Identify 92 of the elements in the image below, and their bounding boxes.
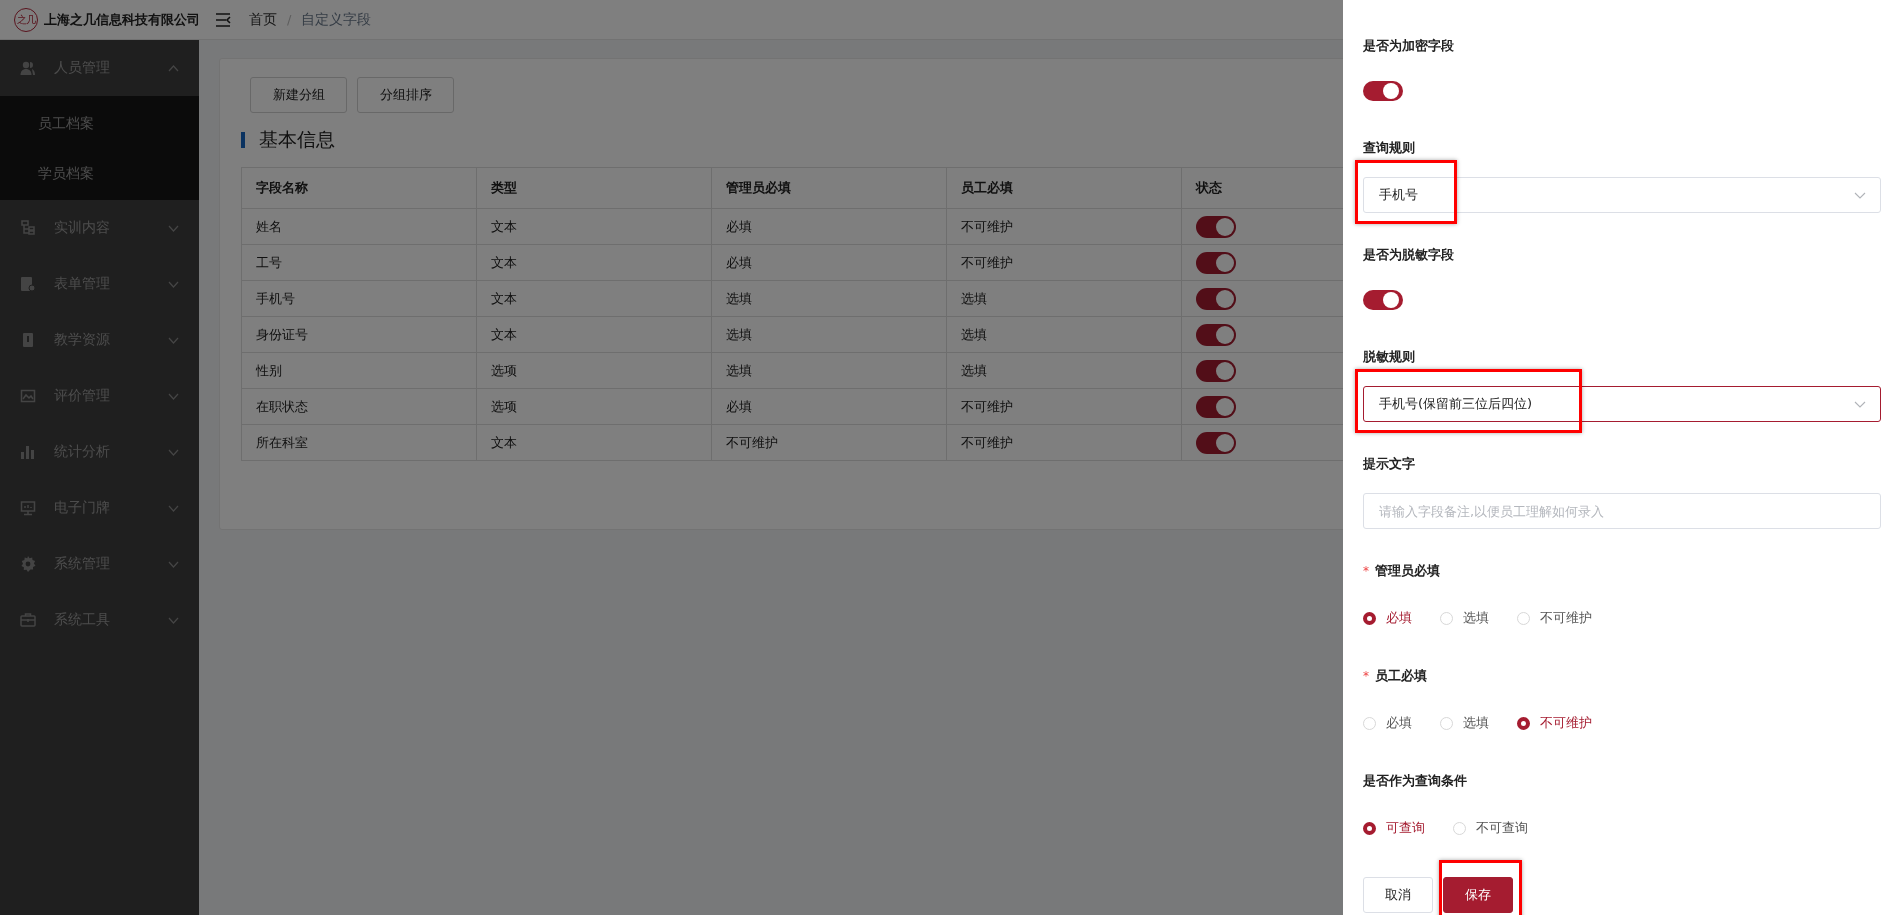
column-header: 字段名称 (241, 167, 477, 209)
toggle-switch[interactable] (1363, 81, 1403, 101)
status-toggle[interactable] (1196, 323, 1236, 346)
field-label: 员工必填 (1375, 667, 1427, 685)
toggle-switch[interactable] (1363, 290, 1403, 310)
status-toggle[interactable] (1196, 251, 1236, 274)
field-label: 是否为加密字段 (1363, 37, 1454, 55)
required-mark: * (1363, 669, 1369, 683)
section-marker (241, 132, 245, 148)
table-cell: 选填 (711, 352, 947, 389)
chevron-down-icon (168, 280, 179, 288)
table-cell: 所在科室 (241, 424, 477, 461)
save-button[interactable]: 保存 (1443, 877, 1513, 913)
table-cell: 选填 (711, 280, 947, 317)
table-cell: 身份证号 (241, 316, 477, 353)
field-label: 管理员必填 (1375, 562, 1440, 580)
document-icon (20, 276, 36, 292)
radio-option[interactable]: 不可维护 (1517, 714, 1592, 732)
radio-option[interactable]: 不可查询 (1453, 819, 1528, 837)
table-cell: 选填 (946, 352, 1182, 389)
settings-icon (20, 556, 36, 572)
table-cell: 在职状态 (241, 388, 477, 425)
table-cell: 文本 (476, 244, 712, 281)
column-header: 类型 (476, 167, 712, 209)
field-label: 查询规则 (1363, 139, 1415, 157)
radio-option[interactable]: 选填 (1440, 714, 1489, 732)
status-toggle[interactable] (1196, 431, 1236, 454)
table-cell: 选填 (946, 316, 1182, 353)
chevron-down-icon (168, 392, 179, 400)
chevron-down-icon (168, 616, 179, 624)
table-cell: 必填 (711, 244, 947, 281)
breadcrumb-link[interactable]: 首页 (249, 10, 277, 29)
chevron-down-icon (168, 560, 179, 568)
table-cell: 选项 (476, 352, 712, 389)
required-mark: * (1363, 564, 1369, 578)
chevron-down-icon (168, 448, 179, 456)
breadcrumb-separator: / (287, 12, 292, 27)
table-cell: 不可维护 (946, 244, 1182, 281)
table-cell: 文本 (476, 280, 712, 317)
table-cell: 文本 (476, 316, 712, 353)
table-cell: 选填 (711, 316, 947, 353)
menu-icon[interactable] (215, 12, 231, 27)
table-cell: 不可维护 (711, 424, 947, 461)
table-cell: 必填 (711, 208, 947, 245)
cancel-button[interactable]: 取消 (1363, 877, 1433, 913)
chevron-down-icon (1854, 400, 1866, 408)
toolbox-icon (20, 612, 36, 628)
radio-option[interactable]: 不可维护 (1517, 609, 1592, 627)
column-header: 管理员必填 (711, 167, 947, 209)
toolbar-button[interactable]: 分组排序 (357, 77, 454, 113)
status-toggle[interactable] (1196, 287, 1236, 310)
bar-chart-icon (20, 444, 36, 460)
table-cell: 选项 (476, 388, 712, 425)
field-label: 是否作为查询条件 (1363, 772, 1467, 790)
table-cell: 手机号 (241, 280, 477, 317)
table-cell: 必填 (711, 388, 947, 425)
radio-option[interactable]: 必填 (1363, 609, 1412, 627)
select-field[interactable]: 手机号(保留前三位后四位) (1363, 386, 1881, 422)
chevron-down-icon (1854, 191, 1866, 199)
toolbar-button[interactable]: 新建分组 (250, 77, 347, 113)
radio-option[interactable]: 必填 (1363, 714, 1412, 732)
table-cell: 不可维护 (946, 208, 1182, 245)
field-label: 脱敏规则 (1363, 348, 1415, 366)
status-toggle[interactable] (1196, 215, 1236, 238)
company-name: 上海之几信息科技有限公司 (44, 10, 201, 29)
section-title: 基本信息 (259, 127, 335, 152)
table-cell: 不可维护 (946, 388, 1182, 425)
table-cell: 选填 (946, 280, 1182, 317)
radio-option[interactable]: 可查询 (1363, 819, 1425, 837)
column-header: 员工必填 (946, 167, 1182, 209)
book-icon (20, 332, 36, 348)
status-toggle[interactable] (1196, 359, 1236, 382)
table-cell: 性别 (241, 352, 477, 389)
status-toggle[interactable] (1196, 395, 1236, 418)
chevron-down-icon (168, 504, 179, 512)
radio-option[interactable]: 选填 (1440, 609, 1489, 627)
table-cell: 文本 (476, 424, 712, 461)
select-field[interactable]: 手机号 (1363, 177, 1881, 213)
table-cell: 姓名 (241, 208, 477, 245)
person-icon (20, 60, 36, 76)
chevron-down-icon (168, 224, 179, 232)
table-cell: 文本 (476, 208, 712, 245)
monitor-icon (20, 500, 36, 516)
field-label: 提示文字 (1363, 455, 1415, 473)
table-cell: 不可维护 (946, 424, 1182, 461)
input-field[interactable]: 请输入字段备注,以便员工理解如何录入 (1363, 493, 1881, 529)
chevron-down-icon (168, 336, 179, 344)
table-cell: 工号 (241, 244, 477, 281)
image-icon (20, 388, 36, 404)
field-label: 是否为脱敏字段 (1363, 246, 1454, 264)
flowchart-icon (20, 220, 36, 236)
chevron-up-icon (168, 64, 179, 72)
